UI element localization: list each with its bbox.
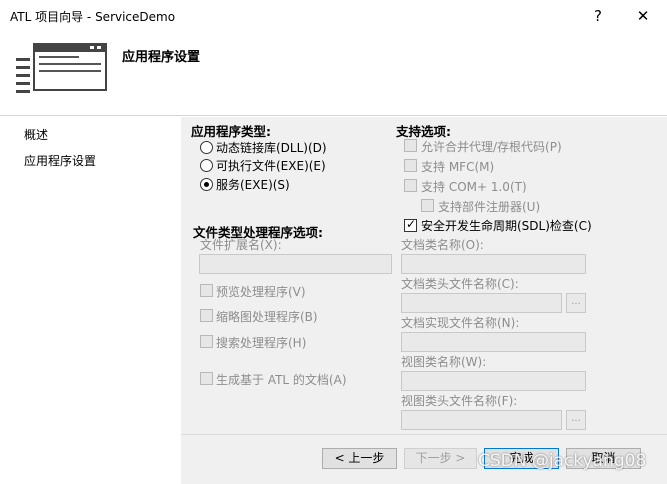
sidebar: 概述 应用程序设置: [0, 117, 181, 484]
complus-checkbox[interactable]: [404, 179, 417, 192]
thumbnail-handler-checkbox[interactable]: [200, 309, 213, 322]
radio-dll[interactable]: [200, 141, 213, 154]
wizard-header: 应用程序设置: [0, 32, 667, 116]
sdl-checkbox[interactable]: [404, 217, 417, 232]
atl-doc-checkbox[interactable]: [200, 372, 213, 385]
doc-class-label: 文档类名称(O):: [401, 238, 484, 252]
thumbnail-handler-label: 缩略图处理程序(B): [216, 310, 318, 324]
doc-header-input[interactable]: [401, 293, 562, 313]
doc-header-browse-button[interactable]: ...: [566, 293, 586, 313]
radio-exe[interactable]: [200, 159, 213, 172]
mfc-label: 支持 MFC(M): [421, 160, 495, 174]
radio-service[interactable]: [200, 178, 213, 191]
doc-header-label: 文档类头文件名称(C):: [401, 277, 519, 291]
preview-handler-checkbox[interactable]: [200, 284, 213, 297]
file-ext-input[interactable]: [199, 254, 392, 274]
atl-doc-label: 生成基于 ATL 的文档(A): [216, 373, 347, 387]
wizard-app-icon: [16, 43, 107, 93]
view-header-label: 视图类头文件名称(F):: [401, 394, 518, 408]
doc-impl-input[interactable]: [401, 332, 586, 352]
search-handler-checkbox[interactable]: [200, 335, 213, 348]
registrar-checkbox[interactable]: [421, 199, 434, 212]
watermark: CSDN @jackyang08: [478, 451, 647, 471]
next-button[interactable]: 下一步 >: [404, 448, 477, 469]
doc-impl-label: 文档实现文件名称(N):: [401, 316, 520, 330]
radio-exe-label[interactable]: 可执行文件(EXE)(E): [216, 157, 326, 174]
back-button[interactable]: < 上一步: [322, 448, 397, 469]
title-bar: ATL 项目向导 - ServiceDemo ? ✕: [0, 0, 667, 32]
view-class-input[interactable]: [401, 371, 586, 391]
close-button[interactable]: ✕: [623, 2, 663, 30]
merge-proxy-checkbox[interactable]: [404, 139, 417, 152]
radio-service-label[interactable]: 服务(EXE)(S): [216, 176, 290, 193]
registrar-label: 支持部件注册器(U): [438, 200, 541, 214]
sidebar-item-app-settings[interactable]: 应用程序设置: [24, 152, 96, 169]
view-header-input[interactable]: [401, 410, 562, 430]
doc-class-input[interactable]: [401, 254, 586, 274]
sdl-label[interactable]: 安全开发生命周期(SDL)检查(C): [421, 217, 592, 234]
view-header-browse-button[interactable]: ...: [566, 410, 586, 430]
complus-label: 支持 COM+ 1.0(T): [421, 180, 527, 194]
window-title: ATL 项目向导 - ServiceDemo: [10, 10, 176, 24]
view-class-label: 视图类名称(W):: [401, 355, 487, 369]
mfc-checkbox[interactable]: [404, 159, 417, 172]
merge-proxy-label: 允许合并代理/存根代码(P): [421, 140, 562, 154]
sidebar-item-overview[interactable]: 概述: [24, 126, 48, 143]
file-ext-label: 文件扩展名(X):: [200, 238, 282, 252]
help-button[interactable]: ?: [578, 2, 618, 30]
footer-divider: [181, 434, 667, 435]
page-title: 应用程序设置: [122, 50, 201, 65]
search-handler-label: 搜索处理程序(H): [216, 336, 307, 350]
app-type-label: 应用程序类型:: [191, 124, 271, 139]
preview-handler-label: 预览处理程序(V): [216, 285, 306, 299]
radio-dll-label[interactable]: 动态链接库(DLL)(D): [216, 139, 327, 156]
